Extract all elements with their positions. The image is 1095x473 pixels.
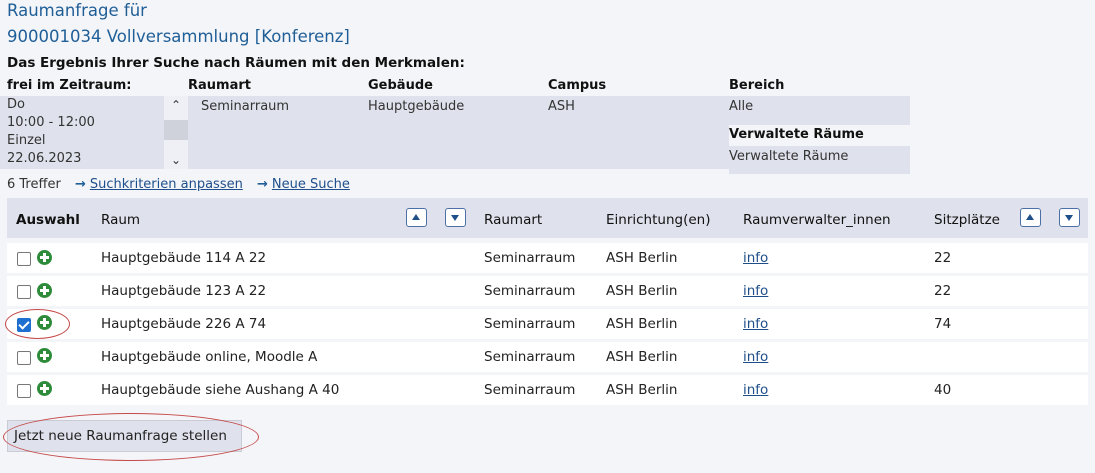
cell-verwalter-link[interactable]: info [743,283,768,299]
adjust-criteria-link[interactable]: Suchkriterien anpassen [90,177,243,192]
highlight-annotation [3,413,259,461]
col-header-raumart: Raumart [484,212,543,228]
add-icon[interactable] [37,250,52,265]
add-icon[interactable] [37,381,52,396]
time-line-day: Do [7,97,25,112]
criteria-verwaltete-label: Verwaltete Räume [729,127,910,142]
scroll-down-icon[interactable]: ⌄ [164,151,188,169]
cell-sitzplaetze: 40 [934,382,952,398]
time-line-date: 22.06.2023 [7,151,82,166]
cell-raumart: Seminarraum [484,316,576,332]
cell-einrichtung: ASH Berlin [606,316,678,332]
add-icon[interactable] [37,283,52,298]
arrow-right-icon: → [256,177,268,192]
time-range-listbox[interactable]: Do 10:00 - 12:00 Einzel 22.06.2023 [0,96,164,169]
criteria-bereich-value: Alle [729,99,754,114]
col-header-raum: Raum [101,212,141,228]
col-header-einrichtung: Einrichtung(en) [606,212,711,228]
sort-sitzplaetze-desc-icon[interactable] [1059,208,1080,227]
cell-raumart: Seminarraum [484,250,576,266]
criteria-gebaeude-label: Gebäude [368,78,433,93]
sort-raum-desc-icon[interactable] [445,208,466,227]
criteria-verwaltete-value: Verwaltete Räume [729,149,849,164]
cell-raumart: Seminarraum [484,349,576,365]
cell-raum: Hauptgebäude online, Moodle A [101,349,318,365]
add-icon[interactable] [37,348,52,363]
sort-sitzplaetze-asc-icon[interactable] [1020,208,1041,227]
search-result-heading: Das Ergebnis Ihrer Suche nach Räumen mit… [7,55,465,71]
time-line-hours: 10:00 - 12:00 [7,115,95,130]
cell-raumart: Seminarraum [484,283,576,299]
criteria-campus-label: Campus [548,78,607,93]
result-count: 6 Treffer [7,177,61,192]
cell-raum: Hauptgebäude siehe Aushang A 40 [101,382,340,398]
criteria-bereich-box [729,96,910,125]
highlight-annotation [5,309,70,339]
scroll-up-icon[interactable]: ⌃ [164,96,188,114]
new-search-link[interactable]: Neue Suche [272,177,350,192]
row-checkbox[interactable] [17,252,31,266]
scroll-thumb[interactable] [164,120,188,140]
cell-sitzplaetze: 22 [934,283,952,299]
cell-sitzplaetze: 74 [934,316,952,332]
sort-raum-asc-icon[interactable] [406,208,427,227]
col-header-verwalter: Raumverwalter_innen [743,212,891,228]
criteria-raumart-label: Raumart [188,78,251,93]
time-range-scrollbar[interactable]: ⌃ ⌄ [164,96,188,169]
cell-verwalter-link[interactable]: info [743,349,768,365]
cell-raum: Hauptgebäude 114 A 22 [101,250,267,266]
row-checkbox[interactable] [17,285,31,299]
cell-sitzplaetze: 22 [934,250,952,266]
criteria-time-label: frei im Zeitraum: [7,78,132,93]
time-line-type: Einzel [7,133,46,148]
criteria-bereich-label: Bereich [729,78,785,93]
cell-verwalter-link[interactable]: info [743,316,768,332]
table-header [7,198,1088,238]
arrow-right-icon: → [74,177,86,192]
col-header-auswahl: Auswahl [16,212,80,228]
page-title-line1: Raumanfrage für [7,1,147,20]
criteria-raumart-value: Seminarraum [201,99,290,114]
criteria-campus-value: ASH [548,99,575,114]
col-header-sitzplaetze: Sitzplätze [934,212,1000,228]
cell-verwalter-link[interactable]: info [743,250,768,266]
cell-verwalter-link[interactable]: info [743,382,768,398]
cell-einrichtung: ASH Berlin [606,250,678,266]
row-checkbox[interactable] [17,384,31,398]
criteria-gebaeude-value: Hauptgebäude [368,99,465,114]
cell-einrichtung: ASH Berlin [606,382,678,398]
page-title-line2: 900001034 Vollversammlung [Konferenz] [7,27,350,46]
cell-einrichtung: ASH Berlin [606,349,678,365]
cell-einrichtung: ASH Berlin [606,283,678,299]
result-links: 6 Treffer → Suchkriterien anpassen → Neue … [7,177,350,192]
row-checkbox[interactable] [17,351,31,365]
cell-raum: Hauptgebäude 226 A 74 [101,316,267,332]
cell-raumart: Seminarraum [484,382,576,398]
cell-raum: Hauptgebäude 123 A 22 [101,283,267,299]
